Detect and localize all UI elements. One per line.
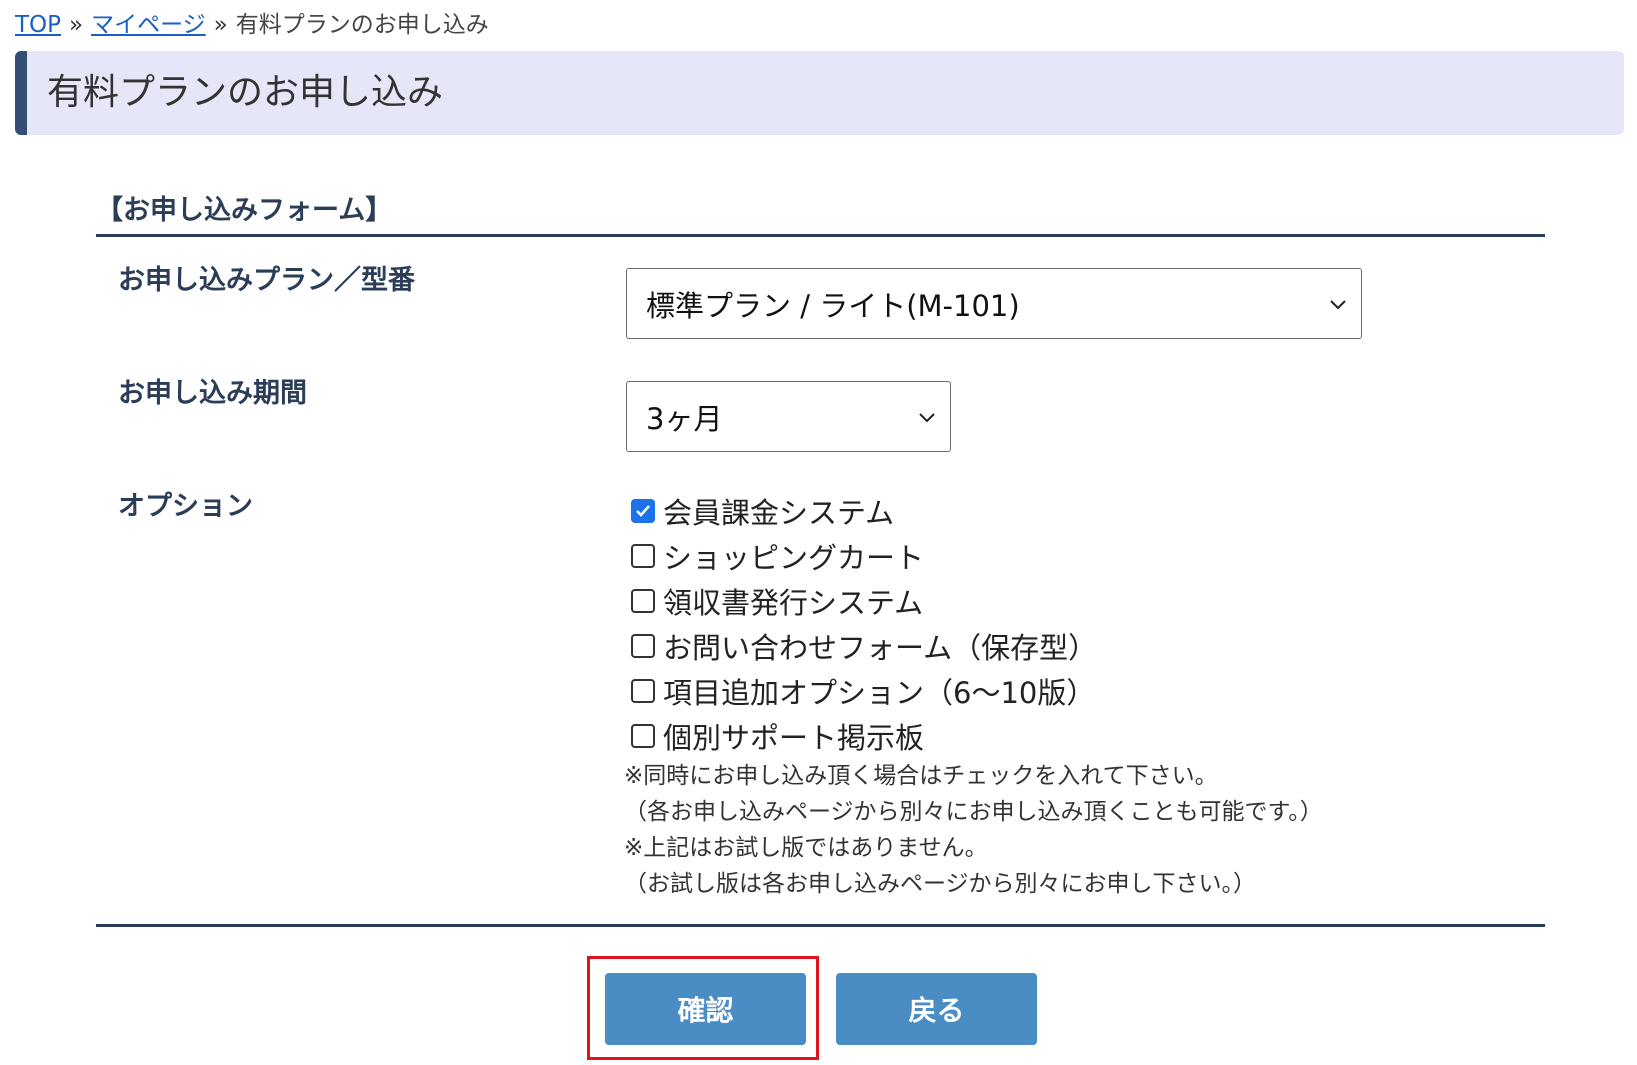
- option-item[interactable]: 個別サポート掲示板: [631, 713, 1097, 758]
- note-line: ※同時にお申し込み頂く場合はチェックを入れて下さい。: [624, 763, 1218, 789]
- note-line: ※上記はお試し版ではありません。: [624, 835, 988, 861]
- option-label: 項目追加オプション（6～10版）: [663, 675, 1096, 710]
- option-label: 個別サポート掲示板: [663, 720, 925, 755]
- breadcrumb-mypage-link[interactable]: マイページ: [91, 12, 206, 38]
- checkbox[interactable]: [631, 723, 655, 748]
- page-header: 有料プランのお申し込み: [15, 51, 1624, 135]
- option-item[interactable]: 会員課金システム: [631, 488, 1097, 533]
- confirm-button[interactable]: 確認: [605, 973, 806, 1045]
- form-top-divider: [96, 234, 1545, 237]
- note-line: （お試し版は各お申し込みページから別々にお申し下さい。）: [624, 871, 1257, 897]
- checkbox[interactable]: [631, 678, 655, 703]
- plan-select[interactable]: 標準プラン / ライト(M-101): [626, 268, 1362, 339]
- option-label: ショッピングカート: [663, 540, 925, 575]
- page-title: 有料プランのお申し込み: [47, 72, 444, 113]
- form-section-title: 【お申し込みフォーム】: [96, 195, 393, 226]
- chevron-down-icon: [1330, 299, 1346, 309]
- options-checkbox-list: 会員課金システム ショッピングカート 領収書発行システム お問い合わせフォーム（…: [631, 488, 1097, 758]
- note-line: （各お申し込みページから別々にお申し込み頂くことも可能です。）: [624, 799, 1323, 825]
- chevron-down-icon: [919, 412, 935, 422]
- option-item[interactable]: ショッピングカート: [631, 533, 1097, 578]
- breadcrumb-top-link[interactable]: TOP: [15, 12, 61, 38]
- options-label: オプション: [118, 491, 253, 522]
- form-bottom-divider: [96, 924, 1545, 927]
- checkmark-icon: [636, 504, 650, 517]
- plan-label: お申し込みプラン／型番: [118, 265, 415, 296]
- back-button[interactable]: 戻る: [836, 973, 1037, 1045]
- option-label: お問い合わせフォーム（保存型）: [663, 630, 1098, 665]
- period-select-value: 3ヶ月: [646, 401, 723, 436]
- checkbox[interactable]: [631, 588, 655, 613]
- options-notes: ※同時にお申し込み頂く場合はチェックを入れて下さい。 （各お申し込みページから別…: [624, 758, 1323, 902]
- breadcrumb-separator: »: [213, 12, 228, 38]
- option-item[interactable]: 項目追加オプション（6～10版）: [631, 668, 1097, 713]
- breadcrumb: TOP » マイページ » 有料プランのお申し込み: [15, 10, 489, 40]
- period-select[interactable]: 3ヶ月: [626, 381, 951, 452]
- breadcrumb-separator: »: [69, 12, 84, 38]
- option-label: 会員課金システム: [663, 495, 895, 530]
- option-item[interactable]: 領収書発行システム: [631, 578, 1097, 623]
- checkbox[interactable]: [631, 633, 655, 658]
- period-label: お申し込み期間: [118, 378, 307, 409]
- plan-select-value: 標準プラン / ライト(M-101): [646, 288, 1020, 323]
- option-item[interactable]: お問い合わせフォーム（保存型）: [631, 623, 1097, 668]
- checkbox[interactable]: [631, 543, 655, 568]
- checkbox-checked[interactable]: [631, 498, 655, 523]
- breadcrumb-current: 有料プランのお申し込み: [235, 12, 489, 38]
- option-label: 領収書発行システム: [663, 585, 924, 620]
